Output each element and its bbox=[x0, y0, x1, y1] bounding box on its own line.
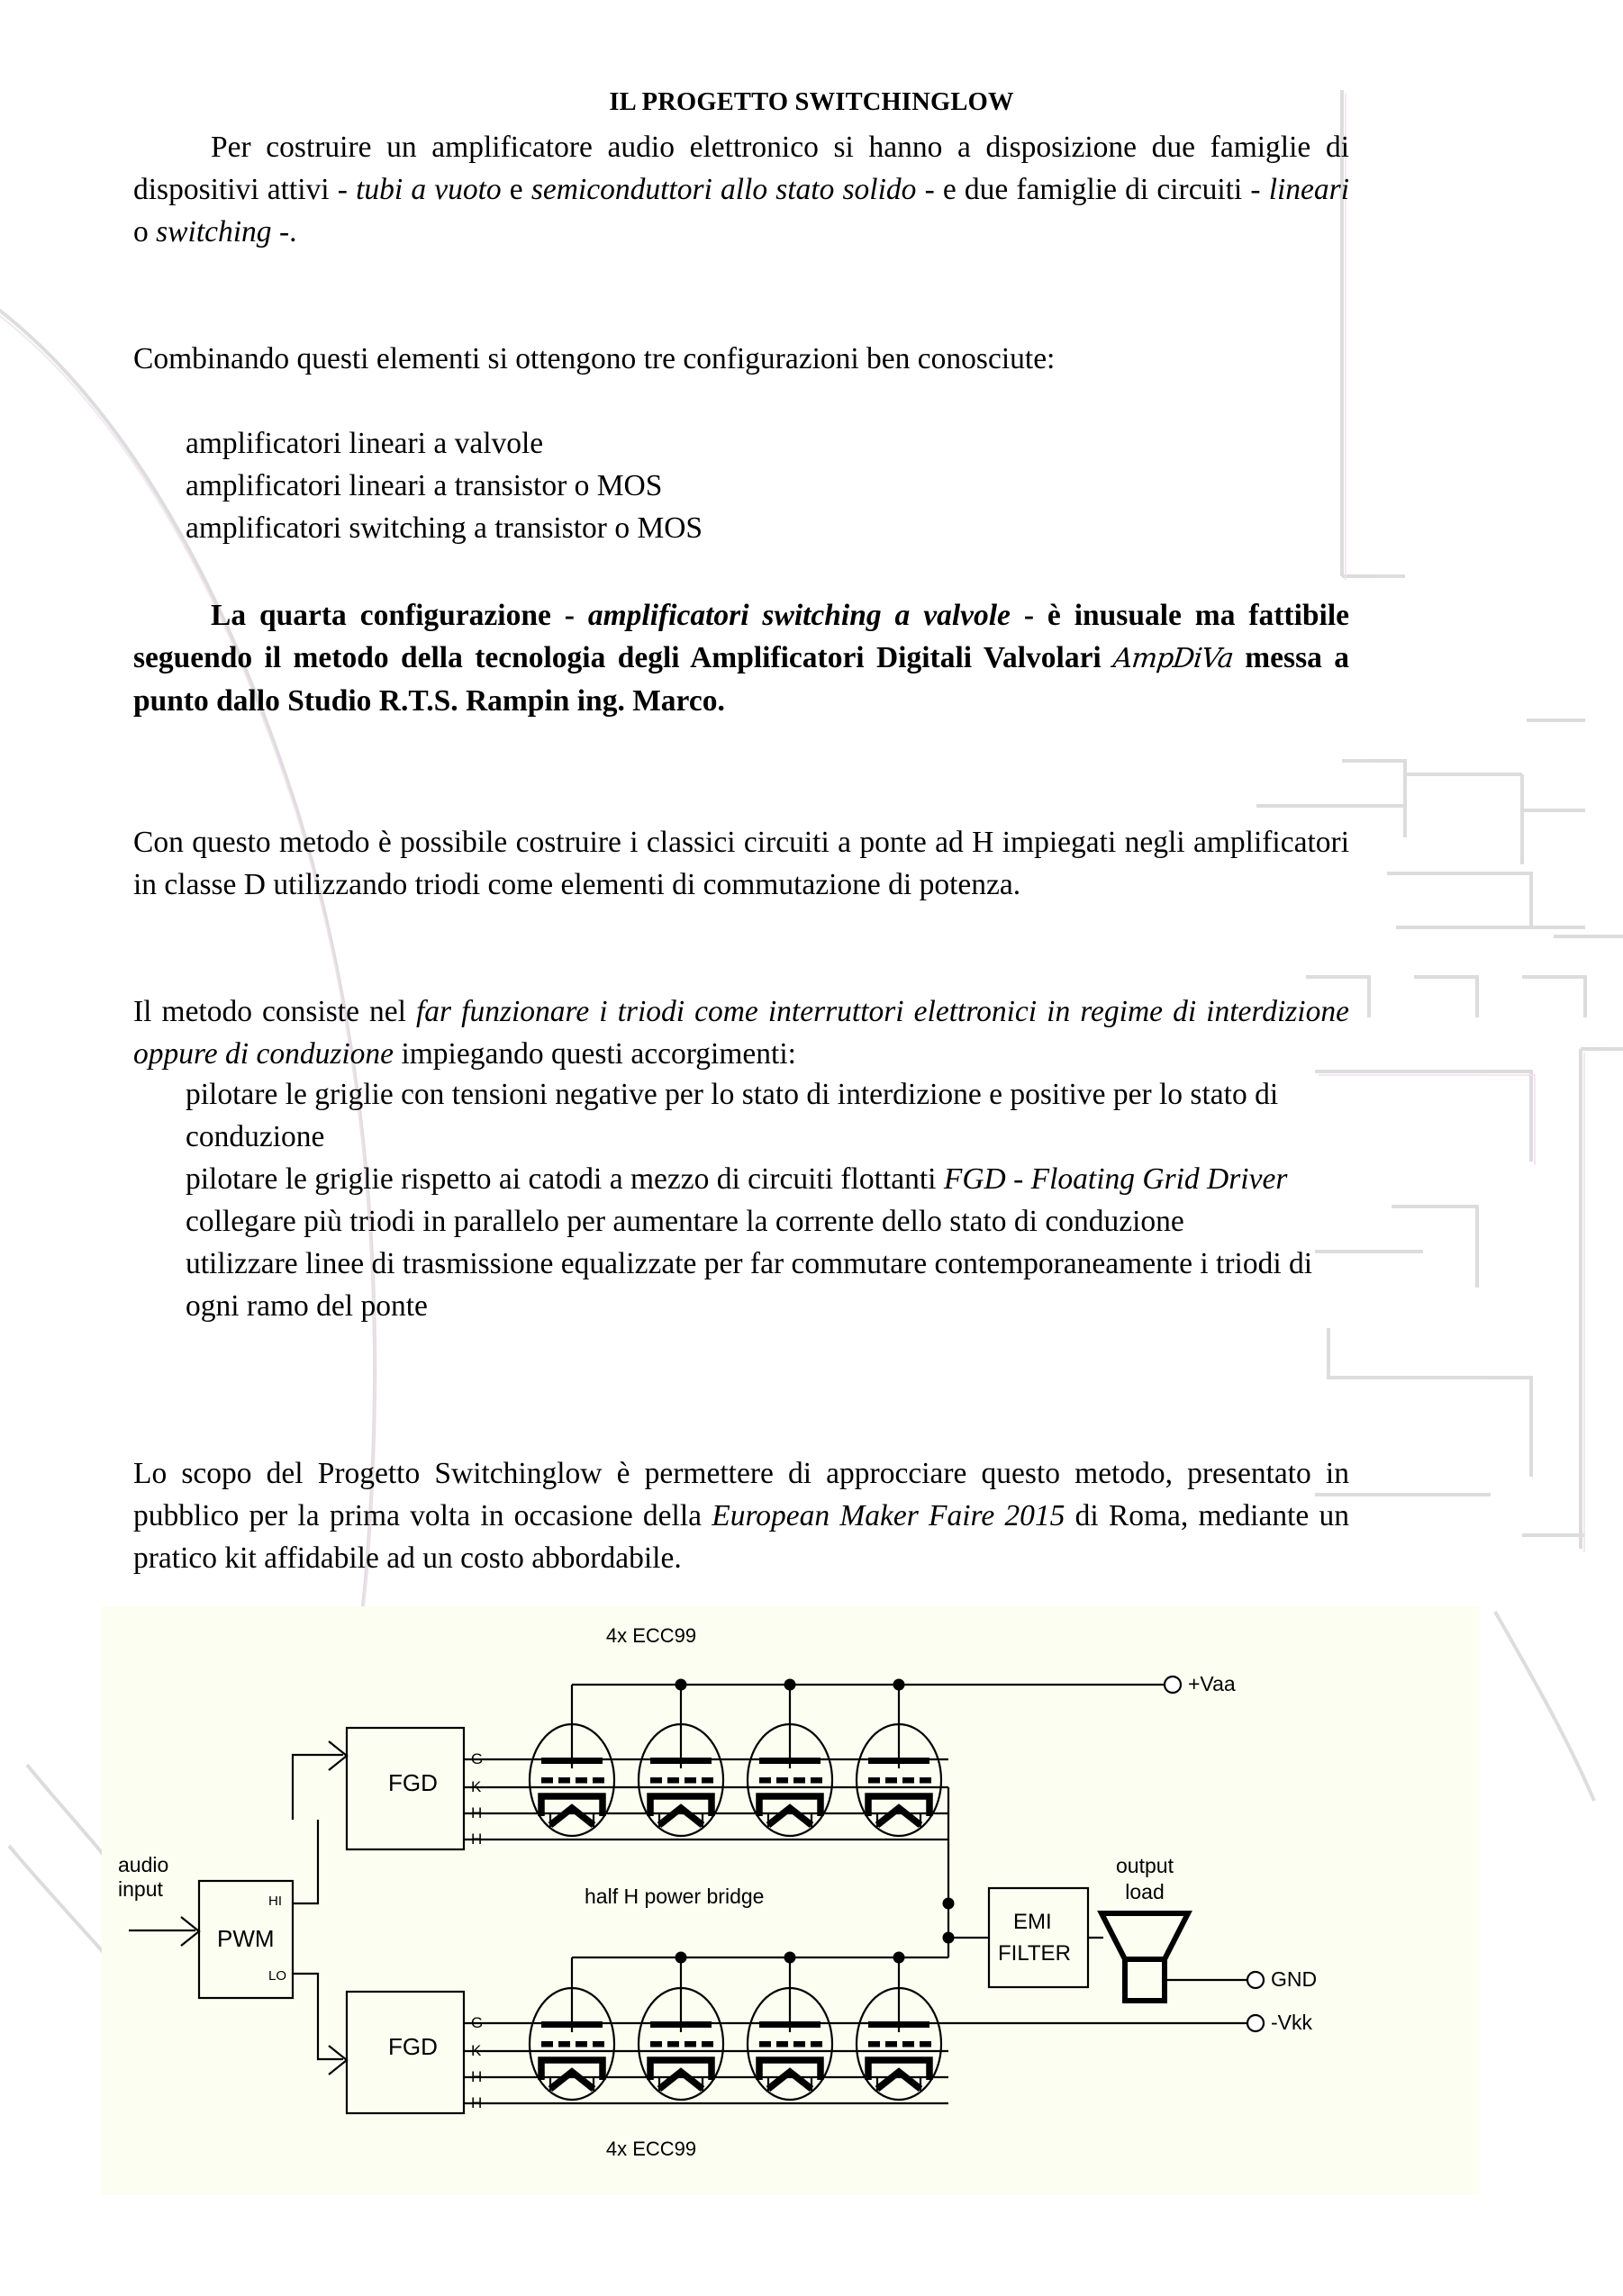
terminal-vkk-node bbox=[1246, 2013, 1265, 2033]
list-item-line1-italic: FGD - bbox=[943, 1162, 1024, 1196]
p1-part-b: e bbox=[501, 173, 531, 206]
label-emi-line1: EMI bbox=[1013, 1910, 1052, 1934]
list-item: amplificatori switching a transistor o M… bbox=[186, 511, 703, 545]
p1-italic-lineari: lineari bbox=[1268, 173, 1350, 206]
label-half-h-bridge: half H power bridge bbox=[585, 1885, 764, 1908]
list-item-line1: pilotare le griglie con tensioni negativ… bbox=[186, 1078, 1003, 1111]
p4-text: Con questo metodo è possibile costruire … bbox=[133, 826, 1349, 901]
list-item: pilotare le griglie con tensioni negativ… bbox=[186, 1073, 1349, 1158]
list-item-line1: utilizzare linee di trasmissione equaliz… bbox=[186, 1247, 928, 1280]
emi-filter-block bbox=[987, 1886, 1090, 1989]
label-terminal-gnd: GND bbox=[1271, 1967, 1317, 1991]
block-diagram: 4x ECC99 +Vaa FGD G K H H audio input PW… bbox=[102, 1606, 1480, 2195]
list-accorgimenti: pilotare le griglie con tensioni negativ… bbox=[133, 1073, 1349, 1327]
paragraph-il-metodo-consiste: Il metodo consiste nel far funzionare i … bbox=[133, 990, 1349, 1075]
label-fgd-bottom: FGD bbox=[388, 2033, 438, 2060]
label-pwm-lo: LO bbox=[268, 1968, 286, 1984]
p1-italic-switching: switching bbox=[156, 215, 272, 249]
list-item: amplificatori lineari a valvole bbox=[186, 427, 544, 460]
p1-part-c: - e due famiglie di circuiti - bbox=[916, 173, 1269, 206]
p1-italic-tubi: tubi a vuoto bbox=[356, 173, 502, 206]
label-audio-input-line2: input bbox=[118, 1877, 163, 1901]
label-bottom-tubes: 4x ECC99 bbox=[606, 2138, 696, 2160]
list-configurazioni: amplificatori lineari a valvole amplific… bbox=[133, 422, 1349, 549]
label-terminal-vaa: +Vaa bbox=[1188, 1672, 1236, 1695]
p1-italic-semiconduttori: semiconduttori allo stato solido bbox=[530, 173, 917, 206]
p3-part-a: La quarta configurazione - bbox=[211, 599, 588, 632]
p5-part-a: Il metodo consiste nel bbox=[133, 995, 416, 1028]
list-item-line1: pilotare le griglie rispetto ai catodi a… bbox=[186, 1162, 944, 1196]
p2-text: Combinando questi elementi si ottengono … bbox=[133, 342, 1056, 375]
p5-part-b: impiegando questi accorgimenti: bbox=[394, 1037, 796, 1071]
speaker-icon bbox=[1097, 1911, 1192, 2003]
p6-italic-maker-faire: European Maker Faire 2015 bbox=[712, 1499, 1065, 1532]
list-item: amplificatori lineari a transistor o MOS bbox=[186, 469, 663, 502]
paragraph-lo-scopo: Lo scopo del Progetto Switchinglow è per… bbox=[133, 1452, 1349, 1579]
paragraph-quarta-configurazione: La quarta configurazione - amplificatori… bbox=[133, 594, 1349, 722]
terminal-gnd-node bbox=[1246, 1970, 1265, 1990]
label-emi-line2: FILTER bbox=[998, 1941, 1071, 1966]
label-fgd-top: FGD bbox=[388, 1769, 438, 1796]
p3-italic-amplificatori: amplificatori switching a valvole bbox=[587, 599, 1011, 632]
paragraph-combinando: Combinando questi elementi si ottengono … bbox=[133, 338, 1349, 380]
label-pwm-hi: HI bbox=[268, 1894, 282, 1909]
pwm-hi-riser bbox=[293, 1820, 320, 1905]
list-item-line2: conduzione bbox=[1045, 1205, 1184, 1238]
pwm-lo-wire bbox=[293, 1972, 343, 2061]
label-terminal-vkk: -Vkk bbox=[1271, 2011, 1313, 2034]
label-output-line1: output bbox=[1116, 1854, 1174, 1877]
label-pwm: PWM bbox=[217, 1925, 275, 1952]
paragraph-intro: Per costruire un amplificatore audio ele… bbox=[133, 126, 1349, 253]
terminal-vaa-node bbox=[1163, 1675, 1183, 1695]
list-item-line2-italic: Floating Grid Driver bbox=[1030, 1162, 1288, 1196]
ampdiva-logotype: AmpDiVa bbox=[1111, 643, 1235, 674]
list-item: collegare più triodi in parallelo per au… bbox=[186, 1200, 1349, 1243]
label-top-tubes: 4x ECC99 bbox=[606, 1624, 696, 1647]
paragraph-con-questo-metodo: Con questo metodo è possibile costruire … bbox=[133, 821, 1349, 906]
p1-part-e: -. bbox=[271, 215, 297, 249]
list-item: utilizzare linee di trasmissione equaliz… bbox=[186, 1243, 1349, 1327]
p1-part-d: o bbox=[133, 215, 157, 249]
label-output-line2: load bbox=[1125, 1880, 1164, 1903]
label-audio-input-line1: audio bbox=[118, 1853, 168, 1876]
page-title: IL PROGETTO SWITCHINGLOW bbox=[609, 88, 1014, 116]
list-item-line1: collegare più triodi in parallelo per au… bbox=[186, 1205, 1038, 1238]
list-item: pilotare le griglie rispetto ai catodi a… bbox=[186, 1158, 1349, 1200]
